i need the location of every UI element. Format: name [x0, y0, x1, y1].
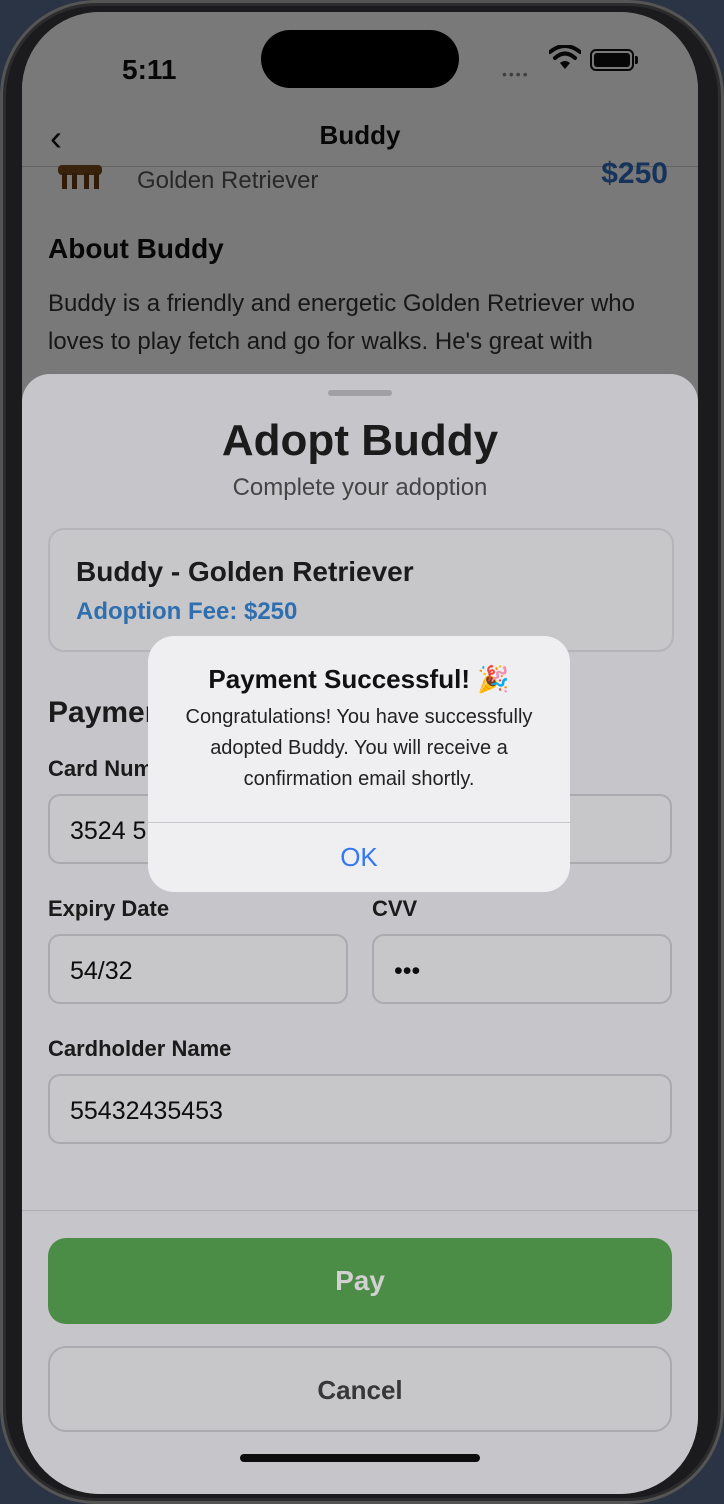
phone-screen: 5:11 •••• ‹ Buddy Golden Retriever $250 …	[22, 12, 698, 1494]
alert-message: Congratulations! You have successfully a…	[185, 706, 533, 790]
alert-title: Payment Successful! 🎉	[208, 664, 510, 694]
payment-success-alert: Payment Successful! 🎉 Congratulations! Y…	[148, 636, 570, 892]
alert-ok-button[interactable]: OK	[148, 823, 570, 892]
